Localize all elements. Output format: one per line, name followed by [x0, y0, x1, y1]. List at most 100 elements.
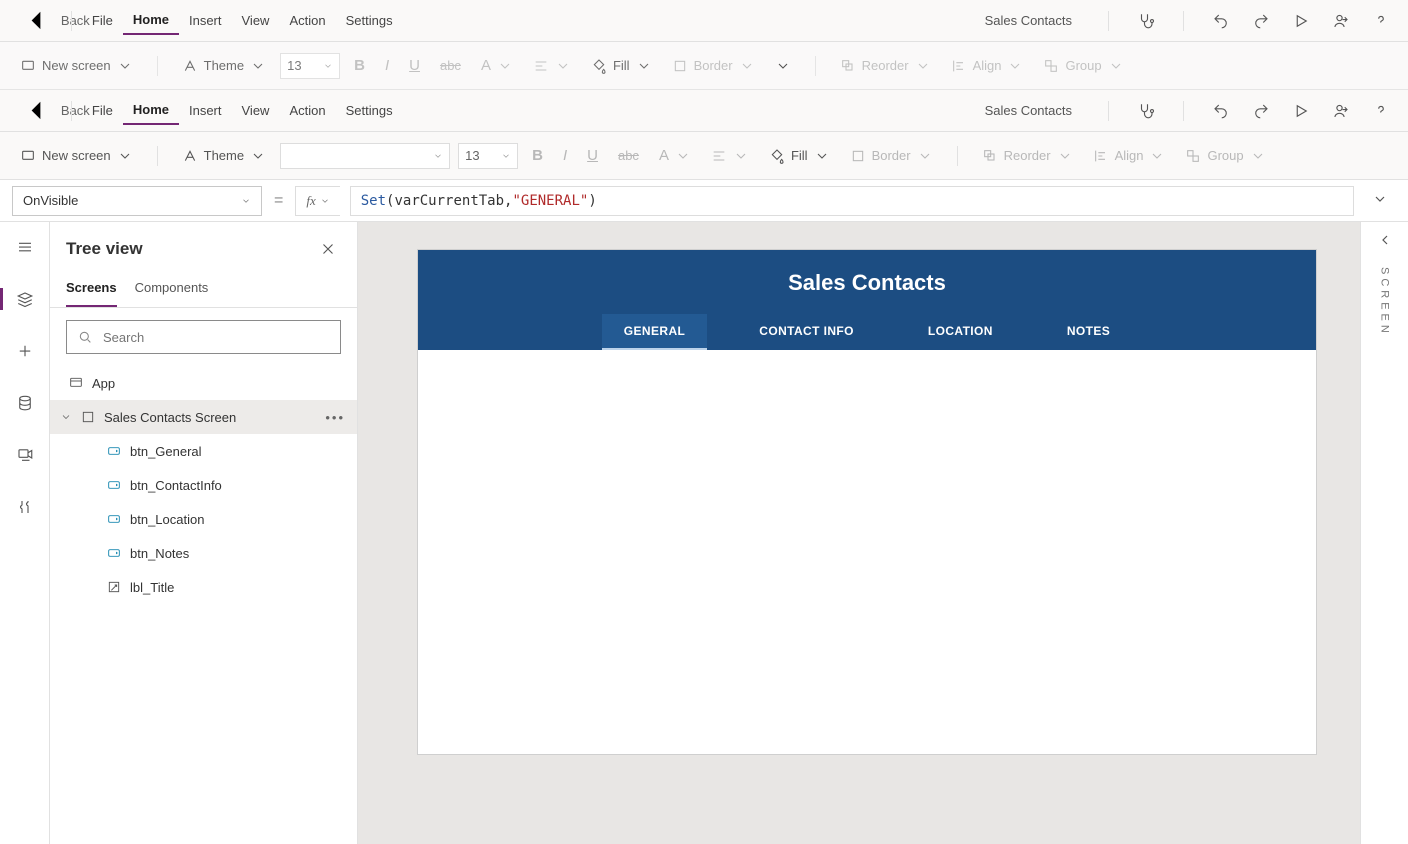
font-color-button[interactable]: A	[653, 143, 697, 168]
text-align-button[interactable]	[527, 54, 577, 78]
group-button[interactable]: Group	[1037, 54, 1129, 78]
hamburger-icon[interactable]	[7, 232, 43, 262]
menu-action[interactable]: Action	[279, 7, 335, 34]
fill-button[interactable]: Fill	[763, 144, 836, 168]
separator	[157, 56, 158, 76]
menu-home[interactable]: Home	[123, 6, 179, 35]
strike-button[interactable]: abc	[434, 54, 467, 77]
share-person-icon[interactable]	[1328, 98, 1354, 124]
media-icon[interactable]	[7, 440, 43, 470]
right-rail-label: SCREEN	[1379, 267, 1391, 337]
tab-components[interactable]: Components	[135, 274, 209, 307]
strike-button[interactable]: abc	[612, 144, 645, 167]
search-input[interactable]	[66, 320, 341, 354]
separator	[1108, 11, 1109, 31]
group-button[interactable]: Group	[1179, 144, 1271, 168]
share-person-icon[interactable]	[1328, 8, 1354, 34]
property-dropdown[interactable]: OnVisible	[12, 186, 262, 216]
tab-screens[interactable]: Screens	[66, 274, 117, 307]
menu-file[interactable]: File	[82, 7, 123, 34]
theme-button[interactable]: Theme	[176, 144, 272, 168]
search-field[interactable]	[101, 329, 330, 346]
back-button[interactable]: Back	[14, 89, 61, 132]
tree-child[interactable]: btn_General	[50, 434, 357, 468]
ribbon-expand-toggle[interactable]	[769, 54, 797, 78]
menu-file[interactable]: File	[82, 97, 123, 124]
tree-panel: Tree view Screens Components App Sales C…	[50, 222, 358, 844]
menu-settings[interactable]: Settings	[336, 97, 403, 124]
tree-child[interactable]: btn_ContactInfo	[50, 468, 357, 502]
tree-child[interactable]: btn_Notes	[50, 536, 357, 570]
help-icon[interactable]	[1368, 8, 1394, 34]
tree-child-label: btn_ContactInfo	[130, 478, 222, 493]
app-title: Sales Contacts	[979, 13, 1078, 28]
more-icon[interactable]: •••	[325, 410, 345, 425]
app-tab-contactinfo[interactable]: CONTACT INFO	[737, 314, 876, 350]
fontsize-input[interactable]: 13	[280, 53, 340, 79]
fill-button[interactable]: Fill	[585, 54, 658, 78]
new-screen-button[interactable]: New screen	[14, 144, 139, 168]
formula-close: )	[588, 193, 596, 209]
separator	[157, 146, 158, 166]
menu-home[interactable]: Home	[123, 96, 179, 125]
tree-screen[interactable]: Sales Contacts Screen •••	[50, 400, 357, 434]
menu-action[interactable]: Action	[279, 97, 335, 124]
device-frame[interactable]: Sales Contacts GENERAL CONTACT INFO LOCA…	[418, 250, 1316, 754]
formula-expand-icon[interactable]	[1364, 191, 1396, 210]
reorder-button[interactable]: Reorder	[976, 144, 1079, 168]
canvas[interactable]: Sales Contacts GENERAL CONTACT INFO LOCA…	[358, 222, 1360, 844]
stethoscope-icon[interactable]	[1133, 98, 1159, 124]
italic-button[interactable]: I	[557, 143, 573, 168]
menu-insert[interactable]: Insert	[179, 97, 232, 124]
menu-settings[interactable]: Settings	[336, 7, 403, 34]
menu-insert[interactable]: Insert	[179, 7, 232, 34]
tools-icon[interactable]	[7, 492, 43, 522]
font-input[interactable]	[280, 143, 450, 169]
align-label: Align	[1115, 148, 1144, 163]
app-header: Sales Contacts GENERAL CONTACT INFO LOCA…	[418, 250, 1316, 350]
equals-label: =	[272, 192, 285, 210]
bold-button[interactable]: B	[348, 53, 371, 78]
play-icon[interactable]	[1288, 98, 1314, 124]
redo-icon[interactable]	[1248, 98, 1274, 124]
back-button[interactable]: Back	[14, 0, 61, 42]
underline-button[interactable]: U	[581, 143, 604, 168]
chevron-left-icon[interactable]	[1377, 232, 1393, 251]
font-color-button[interactable]: A	[475, 53, 519, 78]
group-label: Group	[1065, 58, 1101, 73]
reorder-button[interactable]: Reorder	[834, 54, 937, 78]
bold-button[interactable]: B	[526, 143, 549, 168]
menu-view[interactable]: View	[232, 97, 280, 124]
tree-child[interactable]: btn_Location	[50, 502, 357, 536]
align-button[interactable]: Align	[1087, 144, 1172, 168]
italic-button[interactable]: I	[379, 53, 395, 78]
insert-plus-icon[interactable]	[7, 336, 43, 366]
underline-button[interactable]: U	[403, 53, 426, 78]
border-button[interactable]: Border	[844, 144, 939, 168]
fx-label[interactable]: fx	[295, 186, 339, 216]
new-screen-button[interactable]: New screen	[14, 54, 139, 78]
app-tab-general[interactable]: GENERAL	[602, 314, 707, 350]
data-icon[interactable]	[7, 388, 43, 418]
tree-app[interactable]: App	[50, 366, 357, 400]
separator	[1183, 11, 1184, 31]
tree-child[interactable]: lbl_Title	[50, 570, 357, 604]
undo-icon[interactable]	[1208, 8, 1234, 34]
menu-view[interactable]: View	[232, 7, 280, 34]
app-tab-location[interactable]: LOCATION	[906, 314, 1015, 350]
close-icon[interactable]	[315, 236, 341, 262]
play-icon[interactable]	[1288, 8, 1314, 34]
stethoscope-icon[interactable]	[1133, 8, 1159, 34]
help-icon[interactable]	[1368, 98, 1394, 124]
treeview-icon[interactable]	[7, 284, 43, 314]
formula-input[interactable]: Set(varCurrentTab, "GENERAL")	[350, 186, 1354, 216]
tree-app-label: App	[92, 376, 115, 391]
undo-icon[interactable]	[1208, 98, 1234, 124]
align-button[interactable]: Align	[945, 54, 1030, 78]
border-button[interactable]: Border	[666, 54, 761, 78]
redo-icon[interactable]	[1248, 8, 1274, 34]
app-tab-notes[interactable]: NOTES	[1045, 314, 1132, 350]
theme-button[interactable]: Theme	[176, 54, 272, 78]
text-align-button[interactable]	[705, 144, 755, 168]
fontsize-input[interactable]: 13	[458, 143, 518, 169]
